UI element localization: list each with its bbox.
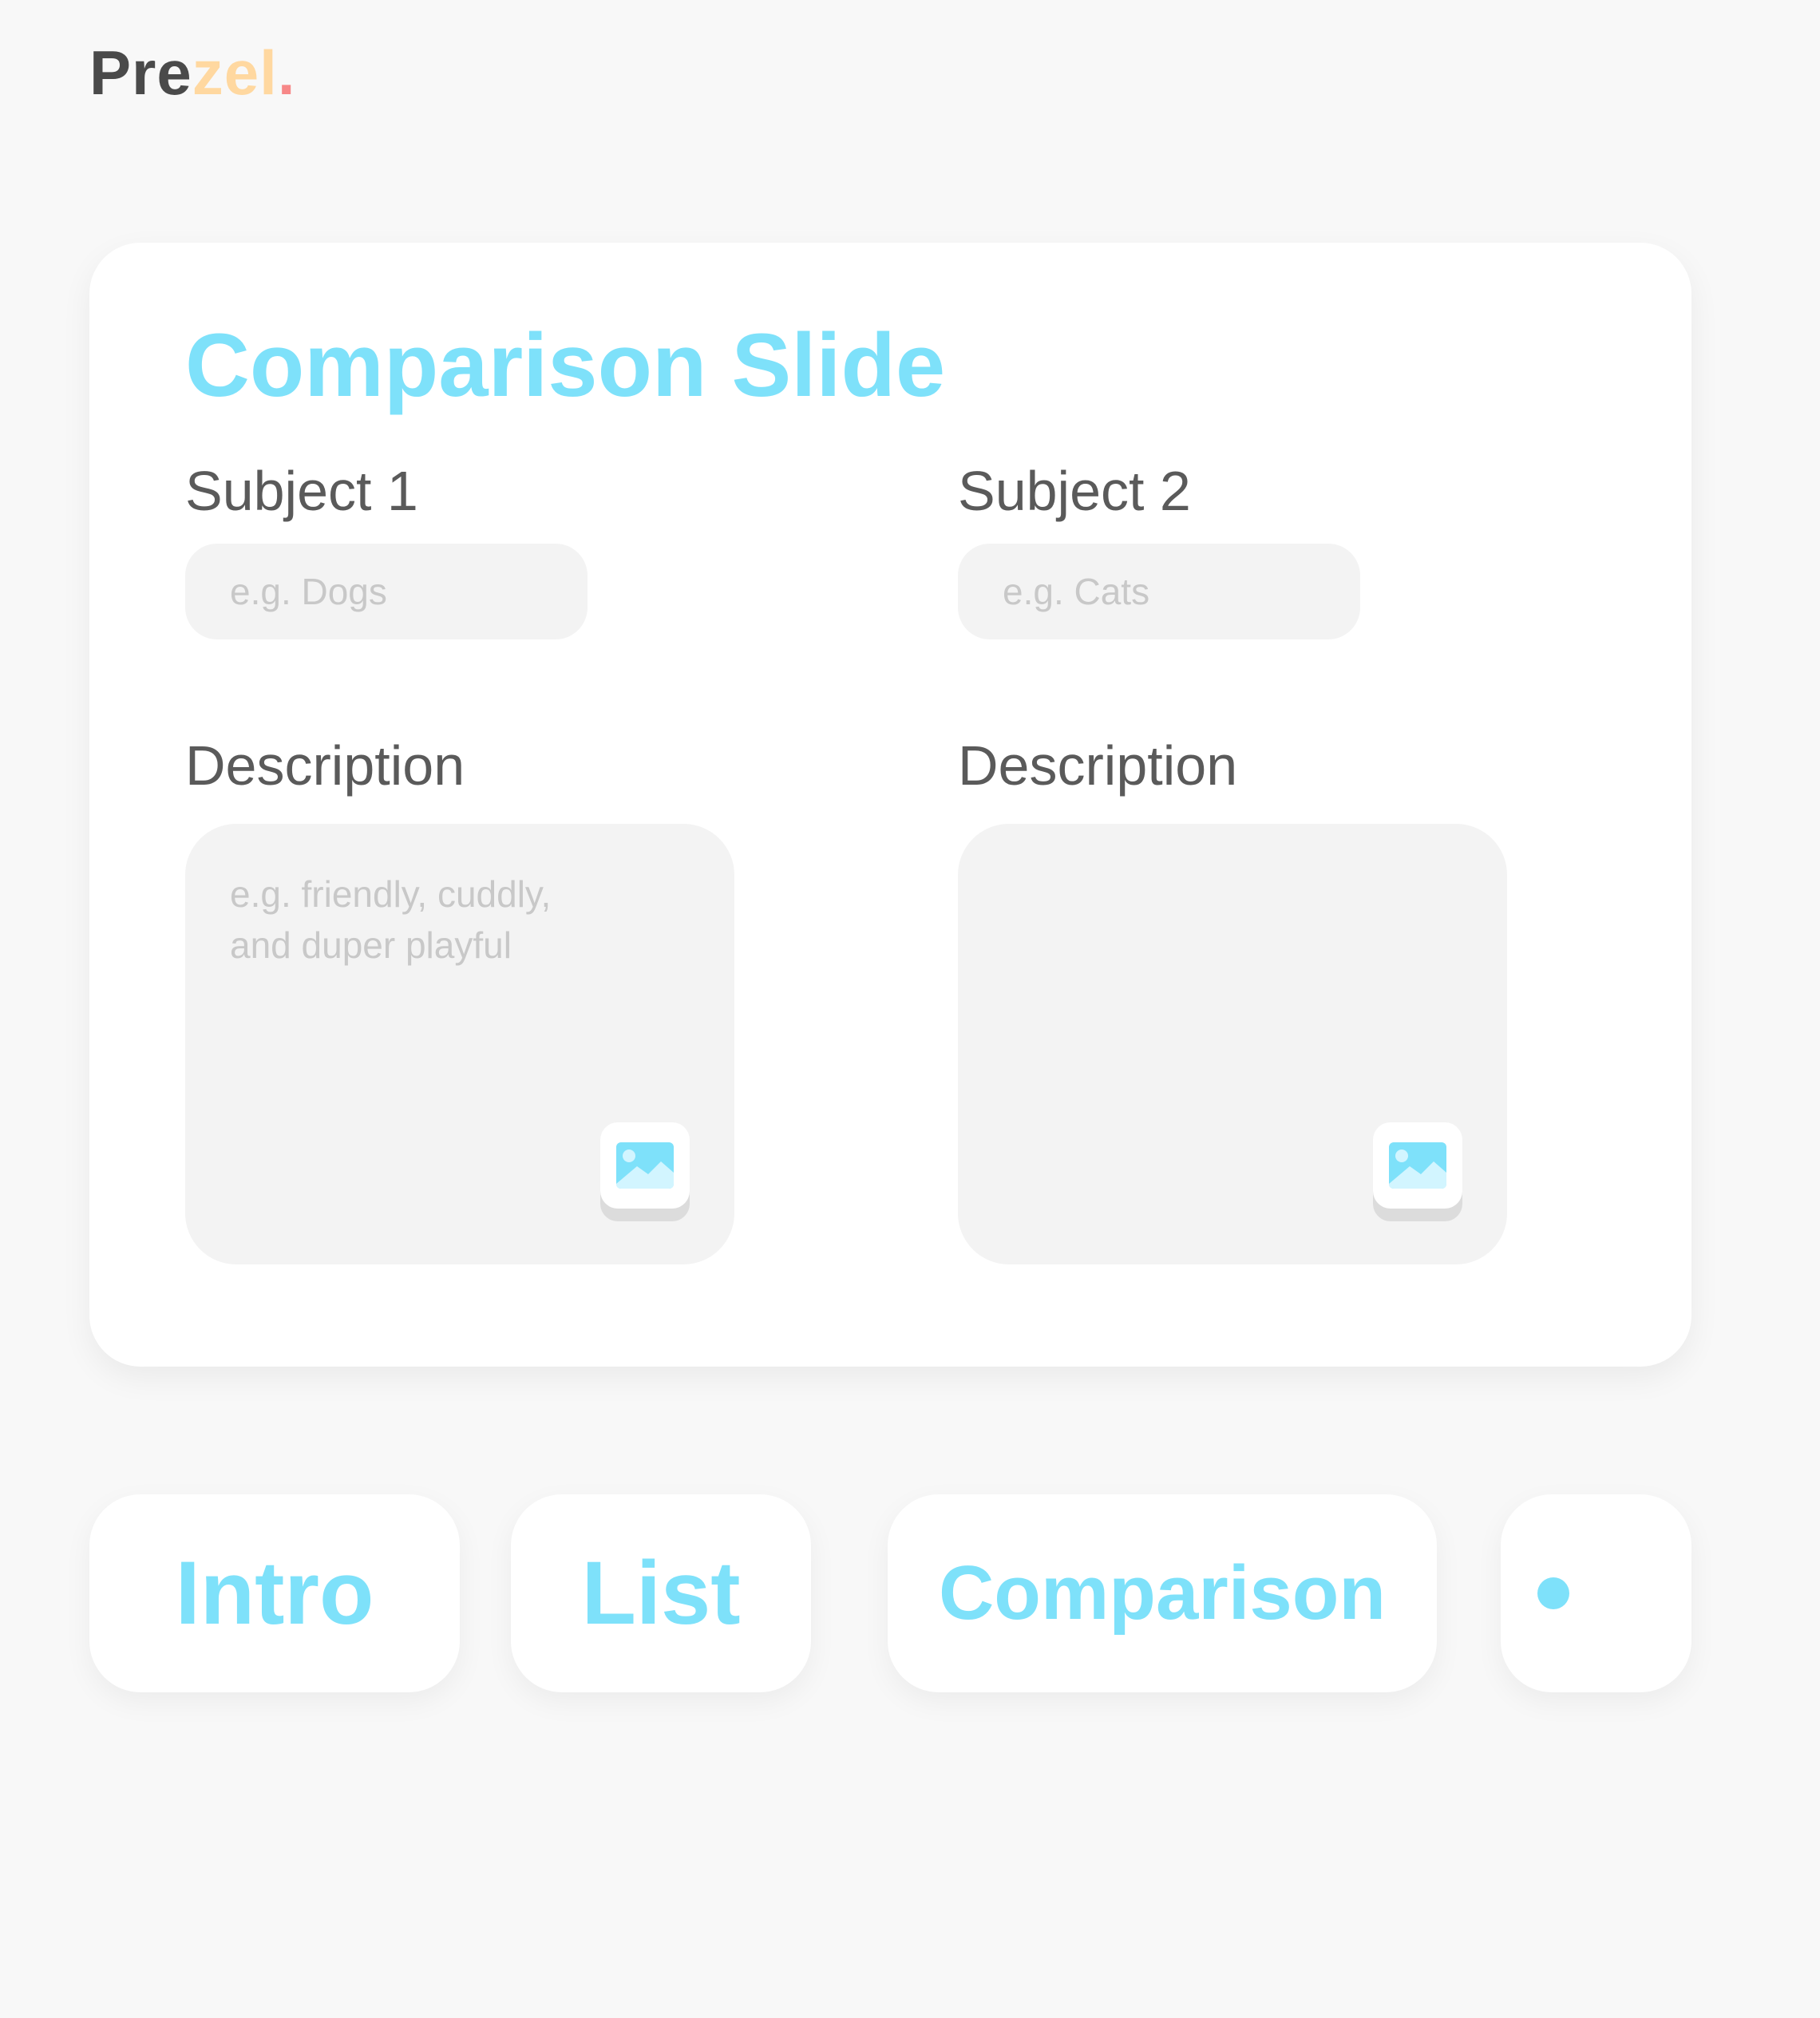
subject-1-image-button[interactable] — [600, 1122, 690, 1209]
subject-2-input[interactable] — [958, 544, 1360, 639]
subject-2-description-box — [958, 824, 1507, 1264]
subject-1-input[interactable] — [185, 544, 588, 639]
comparison-slide-card: Comparison Slide Subject 1 Description S… — [89, 243, 1691, 1367]
prezel-logo: Prezel. — [89, 42, 296, 104]
image-icon — [616, 1142, 674, 1189]
logo-dot: . — [277, 38, 296, 108]
subject-2-description-input[interactable] — [1003, 869, 1450, 1108]
logo-part-pre: Pre — [89, 38, 192, 108]
page: Prezel. Comparison Slide Subject 1 Descr… — [0, 0, 1820, 2018]
subject-2-description-label: Description — [958, 734, 1238, 797]
subject-1-description-box — [185, 824, 734, 1264]
tab-intro[interactable]: Intro — [89, 1494, 460, 1692]
tab-more[interactable] — [1501, 1494, 1691, 1692]
logo-part-zel: zel — [192, 38, 278, 108]
subject-1-description-label: Description — [185, 734, 465, 797]
tab-comparison[interactable]: Comparison — [888, 1494, 1437, 1692]
card-title: Comparison Slide — [185, 315, 946, 415]
subject-2-image-button[interactable] — [1373, 1122, 1462, 1209]
tab-list-label: List — [581, 1543, 741, 1643]
tab-list[interactable]: List — [511, 1494, 811, 1692]
tab-intro-label: Intro — [175, 1543, 374, 1643]
subject-2-label: Subject 2 — [958, 460, 1191, 522]
image-icon — [1389, 1142, 1446, 1189]
subject-1-label: Subject 1 — [185, 460, 418, 522]
tab-comparison-label: Comparison — [938, 1550, 1387, 1636]
dot-icon — [1537, 1577, 1569, 1609]
subject-1-description-input[interactable] — [230, 869, 677, 1108]
